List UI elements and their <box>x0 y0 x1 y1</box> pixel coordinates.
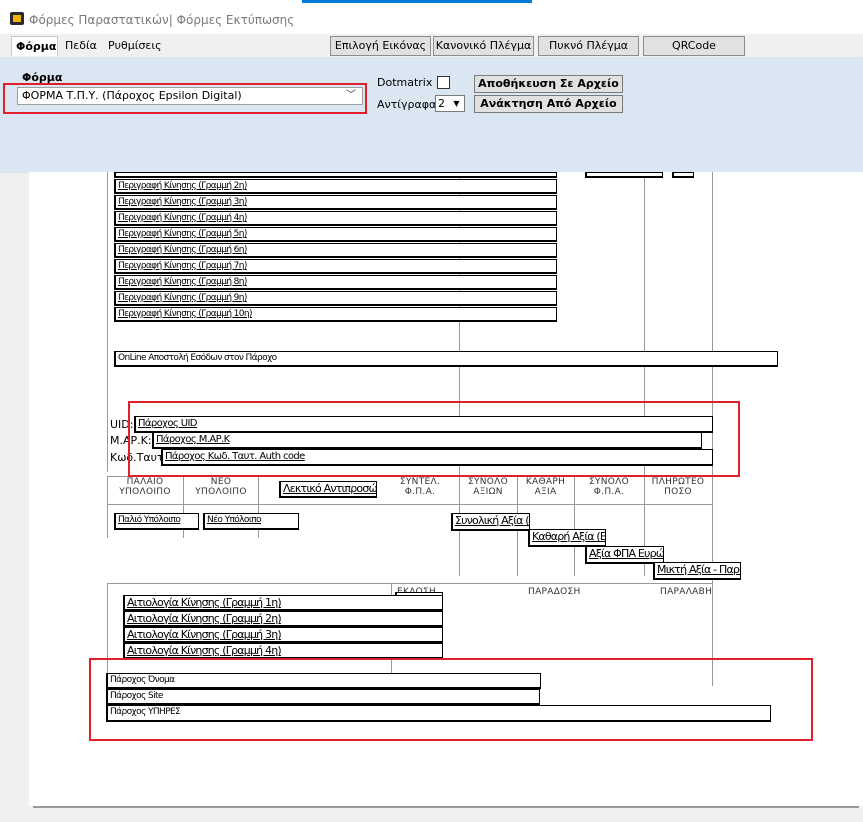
receipt-label: ΠΑΡΑΛΑΒΗ <box>660 587 713 597</box>
grid-line <box>107 476 108 538</box>
header-field[interactable] <box>585 172 663 178</box>
desc-line-field[interactable]: Περιγραφή Κίνησης (Γραμμή 10η) <box>114 307 557 322</box>
desc-line-field[interactable]: Περιγραφή Κίνησης (Γραμμή 3η) <box>114 195 557 210</box>
app-icon <box>10 12 24 25</box>
new-balance-header: ΝΕΟ ΥΠΟΛΟΙΠΟ <box>195 477 247 497</box>
vat-total-header: ΣΥΝΟΛΟ Φ.Π.Α. <box>588 477 630 497</box>
desc-line-field[interactable]: Περιγραφή Κίνησης (Γραμμή 4η) <box>114 211 557 226</box>
title-accent-bar <box>302 0 532 3</box>
desc-line-field[interactable]: Περιγραφή Κίνησης (Γραμμή 8η) <box>114 275 557 290</box>
old-balance-field[interactable]: Παλιό Υπόλοιπο <box>114 513 199 530</box>
dotmatrix-checkbox[interactable] <box>437 76 450 89</box>
highlight-box-provider-ids <box>128 401 740 477</box>
canvas-scrollbar-track[interactable] <box>33 806 859 808</box>
payable-header: ΠΛΗΡΩΤΕΟ ΠΟΣΟ <box>651 477 705 497</box>
qrcode-button[interactable]: QRCode <box>643 36 745 56</box>
online-revenue-field[interactable]: OnLine Αποστολή Εσόδων στον Πάροχο <box>114 351 778 367</box>
dotmatrix-label: Dotmatrix <box>377 76 433 89</box>
desc-line-field[interactable]: Περιγραφή Κίνησης (Γραμμή 9η) <box>114 291 557 306</box>
grid-line <box>107 504 712 505</box>
tab-settings[interactable]: Ρυθμίσεις <box>104 36 166 56</box>
total-value-field[interactable]: Συνολική Αξία (Ευρ <box>451 513 530 531</box>
save-to-file-button[interactable]: Αποθήκευση Σε Αρχείο <box>474 75 623 93</box>
reason-line-field[interactable]: Αιτιολογία Κίνησης (Γραμμή 3η) <box>123 627 443 643</box>
desc-line-field[interactable]: Περιγραφή Κίνησης (Γραμμή 5η) <box>114 227 557 242</box>
new-balance-field[interactable]: Νέο Υπόλοιπο <box>203 513 299 530</box>
highlight-box-provider-info <box>89 658 813 741</box>
copies-value: 2 <box>438 97 445 110</box>
tab-fields[interactable]: Πεδία <box>61 36 99 56</box>
grid-line <box>391 583 712 584</box>
grid-line <box>107 172 108 472</box>
copies-label: Αντίγραφα <box>377 98 437 111</box>
vat-rate-header: ΣΥΝΤΕΛ. Φ.Π.Α. <box>399 477 441 497</box>
reason-line-field[interactable]: Αιτιολογία Κίνησης (Γραμμή 4η) <box>123 643 443 659</box>
desc-line-field[interactable]: Περιγραφή Κίνησης (Γραμμή 6η) <box>114 243 557 258</box>
total-values-header: ΣΥΝΟΛΟ ΑΞΙΩΝ <box>467 477 509 497</box>
load-from-file-button[interactable]: Ανάκτηση Από Αρχείο <box>474 95 623 113</box>
header-field[interactable] <box>672 172 694 178</box>
image-select-button[interactable]: Επιλογή Εικόνας <box>330 36 431 56</box>
delivery-label: ΠΑΡΑΔΟΣΗ <box>528 587 581 597</box>
normal-grid-button[interactable]: Κανονικό Πλέγμα <box>433 36 534 56</box>
desc-line-field[interactable]: Περιγραφή Κίνησης (Γραμμή 2η) <box>114 179 557 194</box>
reason-line-field[interactable]: Αιτιολογία Κίνησης (Γραμμή 1η) <box>123 595 443 611</box>
desc-line-field[interactable]: Περιγραφή Κίνησης (Γραμμή 7η) <box>114 259 557 274</box>
window-title: Φόρμες Παραστατικών| Φόρμες Εκτύπωσης <box>29 13 295 27</box>
net-value-field[interactable]: Καθαρή Αξία (Ευρώ) <box>528 529 606 547</box>
old-balance-header: ΠΑΛΑΙΟ ΥΠΟΛΟΙΠΟ <box>119 477 171 497</box>
triangle-down-icon[interactable]: ▼ <box>450 97 463 110</box>
grid-line <box>644 172 645 576</box>
highlight-box-form <box>3 83 367 114</box>
dense-grid-button[interactable]: Πυκνό Πλέγμα <box>538 36 639 56</box>
tab-form[interactable]: Φόρμα <box>11 36 58 56</box>
reason-line-field[interactable]: Αιτιολογία Κίνησης (Γραμμή 2η) <box>123 611 443 627</box>
form-settings-panel <box>0 57 863 173</box>
legal-rep-field[interactable]: Λεκτικό Αντιπροσώπου Παρ <box>279 481 377 498</box>
net-value-header: ΚΑΘΑΡΗ ΑΞΙΑ <box>525 477 566 497</box>
gross-value-field[interactable]: Μικτή Αξία - Παρακρ <box>653 562 741 580</box>
grid-line <box>107 583 391 584</box>
desc-line-field[interactable] <box>114 172 557 178</box>
